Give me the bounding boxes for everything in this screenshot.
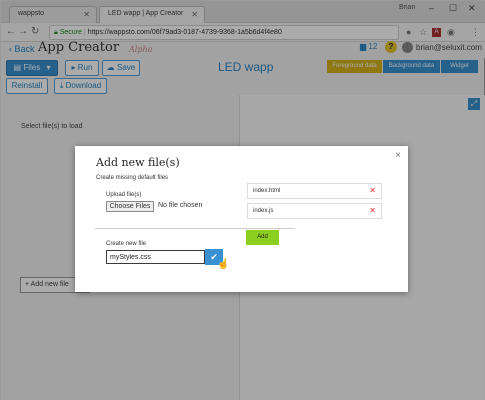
file-list-item: index.html ✕ [247,183,382,199]
dialog-title: Add new file(s) [96,156,180,169]
remove-icon[interactable]: ✕ [369,184,376,198]
hand-cursor-icon: ☝ [217,259,230,270]
close-icon[interactable]: × [395,150,401,161]
browser-window: wappsto ✕ LED wapp | App Creator ✕ Brian… [0,0,485,400]
add-button[interactable]: Add [246,230,279,245]
remove-icon[interactable]: ✕ [369,204,376,218]
create-file-label: Create new file [106,241,147,247]
divider [95,228,295,229]
add-file-dialog: × Add new file(s) Create missing default… [75,146,408,292]
choose-files-button[interactable]: Choose Files [106,201,154,212]
file-list-item: index.js ✕ [247,203,382,219]
file-name: index.js [253,208,274,214]
upload-label: Upload file(s) [106,192,142,198]
file-name: index.html [253,188,281,194]
no-file-chosen-label: No file chosen [158,202,203,209]
dialog-subtitle: Create missing default files [96,175,169,181]
new-file-name-input[interactable] [106,250,205,264]
